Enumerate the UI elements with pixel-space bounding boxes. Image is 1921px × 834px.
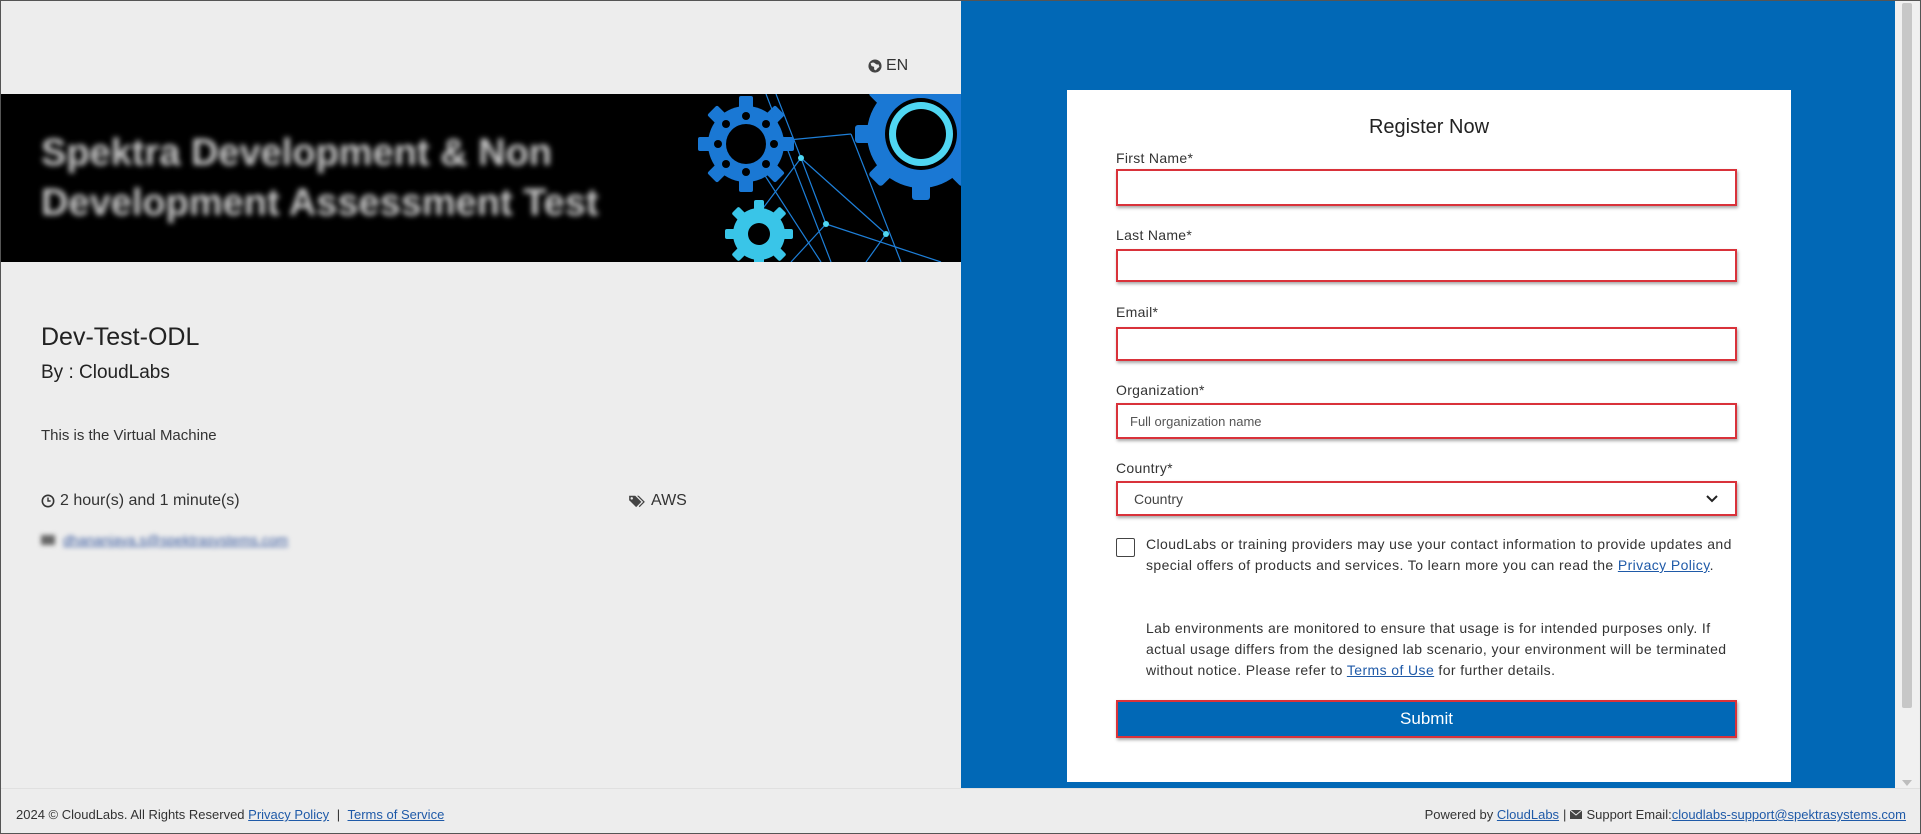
- first-name-label: First Name*: [1116, 150, 1194, 166]
- footer-terms-link[interactable]: Terms of Service: [348, 807, 445, 822]
- envelope-icon: [41, 535, 55, 545]
- footer-separator: |: [336, 807, 341, 822]
- tag-label: AWS: [651, 492, 687, 509]
- language-selector[interactable]: EN: [868, 57, 908, 75]
- support-email-link[interactable]: cloudlabs-support@spektrasystems.com: [1672, 807, 1906, 822]
- form-title: Register Now: [1368, 116, 1490, 138]
- usage-notice: Lab environments are monitored to ensure…: [1146, 618, 1746, 681]
- course-info-panel: EN Spektra Development & Non Development…: [1, 1, 961, 788]
- course-author: By : CloudLabs: [41, 362, 170, 383]
- powered-by-text: Powered by: [1424, 807, 1494, 822]
- footer-right: Powered by CloudLabs | Support Email: clo…: [1425, 807, 1906, 822]
- banner-title: Spektra Development & Non Development As…: [41, 132, 599, 224]
- email-label: Email*: [1116, 304, 1159, 320]
- terms-of-use-link[interactable]: Terms of Use: [1347, 662, 1434, 678]
- footer-cloudlabs-link[interactable]: CloudLabs: [1497, 807, 1559, 822]
- privacy-policy-link[interactable]: Privacy Policy: [1618, 557, 1710, 573]
- footer: 2024 © CloudLabs. All Rights Reserved Pr…: [1, 788, 1920, 834]
- scrollbar-thumb[interactable]: [1902, 3, 1912, 708]
- organization-label: Organization*: [1116, 382, 1205, 398]
- footer-separator-2: |: [1563, 807, 1567, 822]
- tags-icon: [629, 495, 645, 508]
- notice-suffix: for further details.: [1434, 662, 1556, 678]
- consent-checkbox[interactable]: [1116, 538, 1135, 557]
- globe-icon: [868, 59, 882, 73]
- course-title: Dev-Test-ODL: [41, 323, 200, 351]
- clock-icon: [41, 494, 55, 508]
- submit-button[interactable]: Submit: [1116, 700, 1737, 738]
- chevron-down-icon: [1706, 494, 1718, 502]
- scrollbar[interactable]: [1895, 1, 1919, 788]
- consent-text: CloudLabs or training providers may use …: [1146, 536, 1732, 573]
- duration-text: 2 hour(s) and 1 minute(s): [60, 492, 240, 509]
- country-select[interactable]: Country: [1116, 481, 1737, 516]
- course-description: This is the Virtual Machine: [41, 427, 217, 444]
- language-label: EN: [886, 57, 909, 74]
- contact-email-link[interactable]: dhananjaya.s@spektrasystems.com: [63, 532, 288, 548]
- organization-field[interactable]: [1116, 403, 1737, 439]
- copyright-text: 2024 © CloudLabs. All Rights Reserved: [16, 807, 245, 822]
- support-label: Support Email:: [1586, 807, 1672, 822]
- course-tag: AWS: [628, 492, 687, 510]
- last-name-field[interactable]: [1116, 249, 1737, 282]
- footer-left: 2024 © CloudLabs. All Rights Reserved Pr…: [16, 807, 444, 822]
- first-name-field[interactable]: [1116, 169, 1737, 206]
- email-field[interactable]: [1116, 327, 1737, 361]
- contact-email: dhananjaya.s@spektrasystems.com: [41, 532, 288, 548]
- last-name-label: Last Name*: [1116, 227, 1193, 243]
- country-label: Country*: [1116, 460, 1173, 476]
- country-selected-value: Country: [1134, 490, 1184, 507]
- course-banner: Spektra Development & Non Development As…: [1, 94, 961, 262]
- gears-illustration: [698, 94, 961, 262]
- course-duration: 2 hour(s) and 1 minute(s): [41, 492, 240, 510]
- envelope-icon: [1570, 810, 1583, 819]
- registration-form: Register Now First Name* Last Name* Emai…: [1067, 90, 1791, 782]
- footer-privacy-link[interactable]: Privacy Policy: [248, 807, 329, 822]
- scroll-down-arrow[interactable]: [1902, 780, 1912, 786]
